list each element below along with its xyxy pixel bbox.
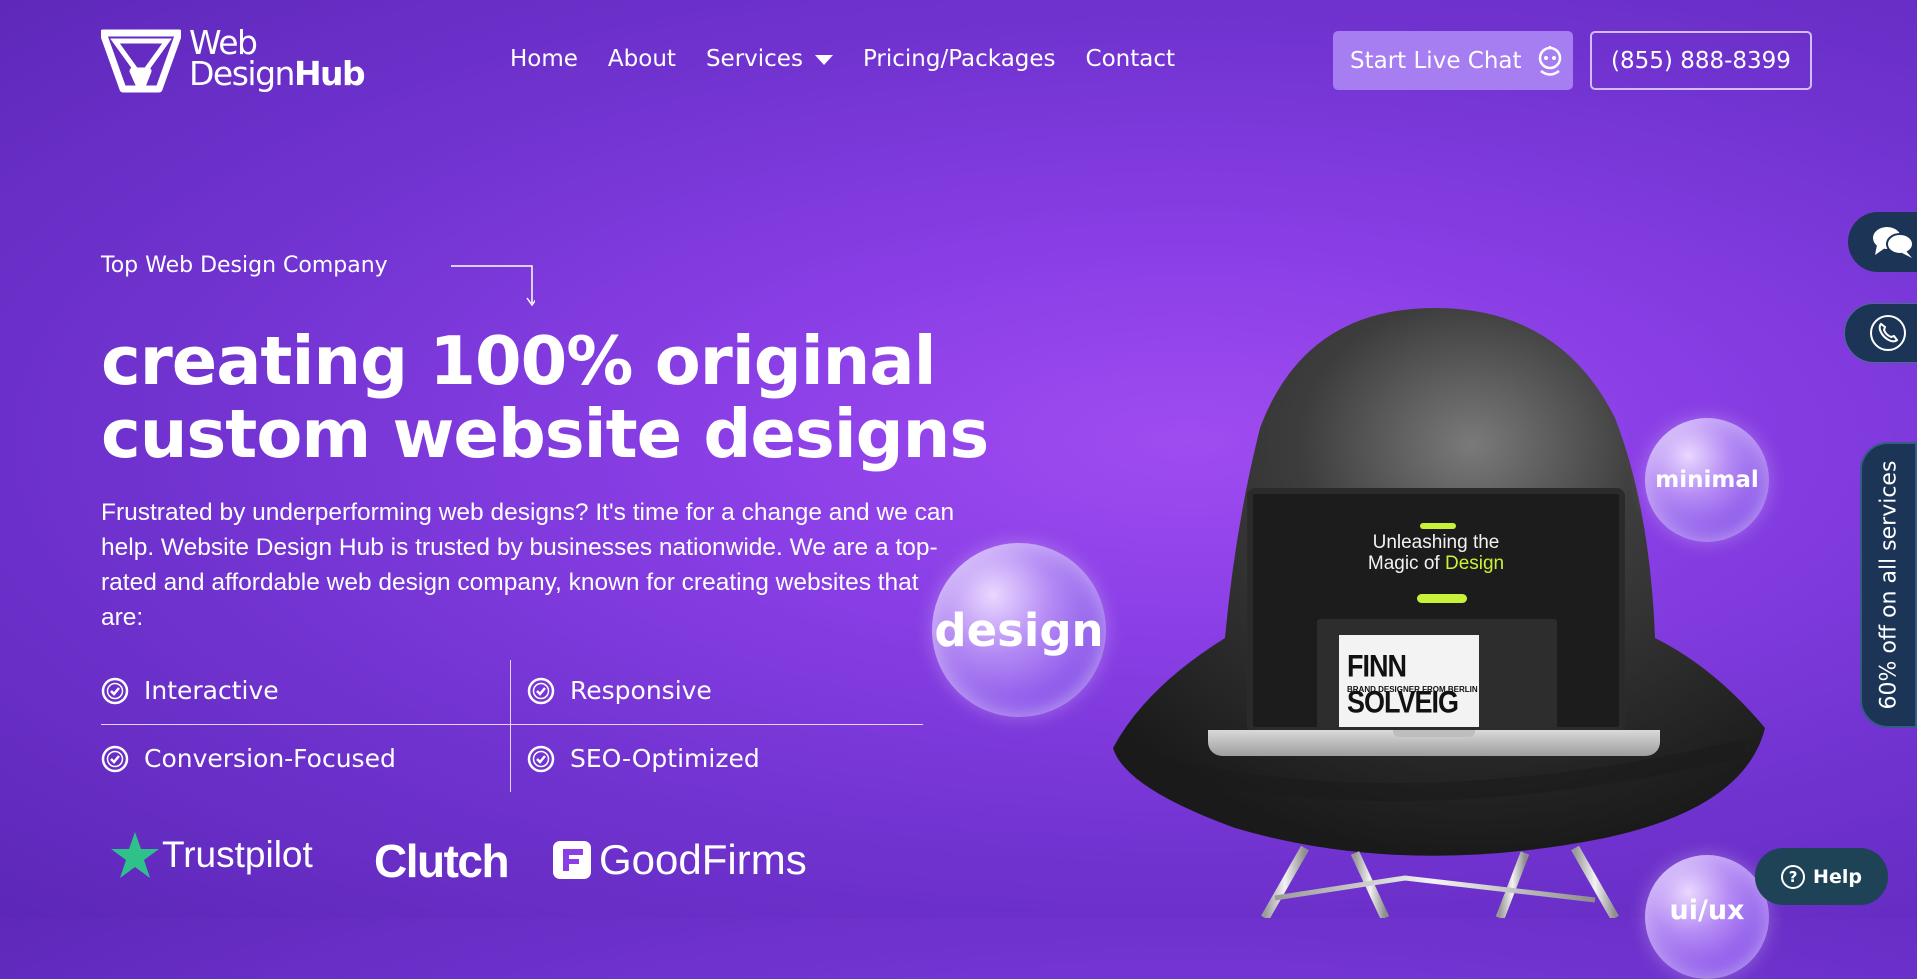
logo-mark-icon xyxy=(101,29,181,93)
screen-finn-subtitle: BRAND DESIGNER FROM BERLIN xyxy=(1347,685,1478,694)
check-circle-icon xyxy=(101,677,129,704)
trustpilot-star-icon xyxy=(111,832,159,878)
laptop-base xyxy=(1208,730,1660,756)
offer-label: 60% off on all services xyxy=(1876,460,1901,710)
help-label: Help xyxy=(1813,865,1862,888)
chevron-down-icon xyxy=(814,54,833,65)
logo-wordmark: Web DesignHub xyxy=(189,23,366,93)
hero-eyebrow: Top Web Design Company xyxy=(101,253,388,278)
phone-icon xyxy=(1870,315,1906,351)
check-circle-icon xyxy=(101,745,129,772)
hero-description: Frustrated by underperforming web design… xyxy=(101,499,955,631)
chat-button-label: Start Live Chat xyxy=(1350,47,1522,74)
feature-item: SEO-Optimized xyxy=(527,744,760,773)
help-icon: ? xyxy=(1781,864,1806,889)
nav-services[interactable]: Services xyxy=(706,46,833,72)
down-arrow-line-icon xyxy=(451,265,535,307)
screen-cta xyxy=(1417,594,1467,603)
trustpilot-badge[interactable]: Trustpilot xyxy=(110,830,313,880)
start-live-chat-button[interactable]: Start Live Chat xyxy=(1333,31,1573,90)
chat-bot-icon xyxy=(1538,45,1561,76)
feature-item: Responsive xyxy=(527,676,712,705)
hero-headline: creating 100% original custom website de… xyxy=(101,322,989,473)
feature-grid: Interactive Responsive Conversion-Focuse… xyxy=(101,660,923,792)
chat-bubbles-icon xyxy=(1873,227,1914,258)
side-offer-tab[interactable]: 60% off on all services xyxy=(1860,442,1917,728)
nav-contact[interactable]: Contact xyxy=(1086,46,1175,72)
nav-about[interactable]: About xyxy=(608,46,676,72)
check-circle-icon xyxy=(527,677,555,704)
goodfirms-logo-icon xyxy=(553,841,591,879)
help-button[interactable]: ? Help xyxy=(1755,848,1888,905)
nav-pricing[interactable]: Pricing/Packages xyxy=(863,46,1056,72)
bubble-uiux: ui/ux xyxy=(1645,855,1769,979)
goodfirms-badge[interactable]: GoodFirms xyxy=(553,836,807,884)
phone-number-button[interactable]: (855) 888-8399 xyxy=(1590,31,1812,90)
nav-services-label: Services xyxy=(705,46,803,72)
feature-divider-vertical xyxy=(510,660,511,792)
bubble-design: design xyxy=(932,543,1106,717)
clutch-badge[interactable]: Clutch xyxy=(374,834,510,888)
main-nav: Home About Services Pricing/Packages Con… xyxy=(510,46,1175,72)
nav-home[interactable]: Home xyxy=(510,46,578,72)
side-chat-button[interactable] xyxy=(1848,212,1917,272)
side-phone-button[interactable] xyxy=(1844,303,1917,363)
screen-editor-window: FINN SOLVEIG BRAND DESIGNER FROM BERLIN xyxy=(1317,619,1557,727)
bubble-minimal: minimal xyxy=(1645,418,1769,542)
screen-headline: Unleashing the Magic of Design xyxy=(1367,532,1505,574)
feature-divider-horizontal xyxy=(101,724,923,725)
screen-tag xyxy=(1420,523,1456,529)
site-logo[interactable]: Web DesignHub xyxy=(101,23,371,95)
screen-page-preview: FINN SOLVEIG BRAND DESIGNER FROM BERLIN xyxy=(1339,635,1479,727)
laptop-screen: Unleashing the Magic of Design FINN SOLV… xyxy=(1247,488,1625,733)
feature-item: Conversion-Focused xyxy=(101,744,396,773)
feature-item: Interactive xyxy=(101,676,279,705)
check-circle-icon xyxy=(527,745,555,772)
